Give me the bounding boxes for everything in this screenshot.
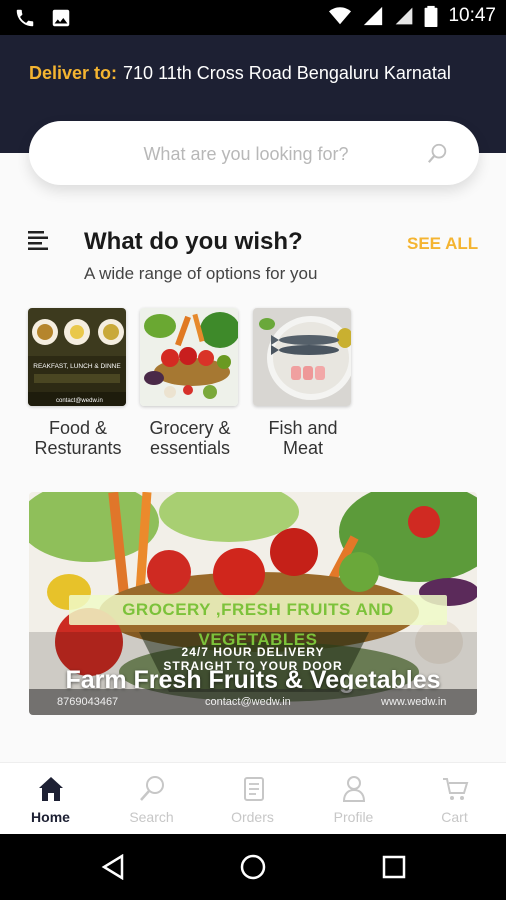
clock: 10:47 <box>448 5 496 26</box>
section-title: What do you wish? <box>84 228 303 255</box>
nav-home[interactable]: Home <box>0 763 101 835</box>
recents-icon[interactable] <box>382 855 406 879</box>
nav-cart[interactable]: Cart <box>404 763 505 835</box>
category-label: Food & Resturants <box>34 418 122 458</box>
nav-profile[interactable]: Profile <box>303 763 404 835</box>
food-thumbnail: REAKFAST, LUNCH & DINNE contact@wedw.in <box>28 308 126 406</box>
banner-email: contact@wedw.in <box>205 696 291 708</box>
profile-icon <box>342 776 366 802</box>
bottom-navigation: Home Search Orders Profile Cart <box>0 762 506 835</box>
image-icon <box>52 9 70 27</box>
category-food[interactable]: REAKFAST, LUNCH & DINNE contact@wedw.in … <box>28 308 128 458</box>
category-label: Fish and Meat <box>268 418 338 458</box>
search-bar <box>29 121 479 187</box>
category-fish-meat[interactable]: Fish and Meat <box>253 308 353 458</box>
phone-icon <box>16 9 34 27</box>
address-text: 710 11th Cross Road Bengaluru Karnatal <box>123 63 451 83</box>
menu-icon[interactable] <box>28 230 50 250</box>
nav-label: Orders <box>231 809 274 825</box>
wifi-icon <box>329 7 352 25</box>
deliver-label: Deliver to: <box>29 63 118 83</box>
promo-banner[interactable]: GROCERY ,FRESH FRUITS AND VEGETABLES 24/… <box>29 492 477 715</box>
home-icon <box>39 777 63 801</box>
nav-orders[interactable]: Orders <box>202 763 303 835</box>
category-label: Grocery & essentials <box>149 418 231 458</box>
banner-web: www.wedw.in <box>381 696 447 708</box>
signal-icon <box>364 6 383 26</box>
banner-headline: GROCERY ,FRESH FRUITS AND VEGETABLES <box>69 595 447 649</box>
nav-label: Profile <box>333 809 374 825</box>
fish-thumbnail <box>253 308 351 406</box>
banner-line-1: 24/7 HOUR DELIVERY <box>181 645 325 659</box>
delivery-address[interactable]: Deliver to: 710 11th Cross Road Bengaluru… <box>29 63 451 84</box>
cart-icon <box>443 778 469 800</box>
see-all-link[interactable]: SEE ALL <box>407 234 478 254</box>
battery-icon <box>425 5 438 27</box>
search-input[interactable] <box>59 121 433 187</box>
banner-contact-bar: 8769043467 contact@wedw.in www.wedw.in <box>29 689 477 715</box>
nav-label: Search <box>129 809 174 825</box>
back-icon[interactable] <box>100 854 126 880</box>
food-thumb-text: REAKFAST, LUNCH & DINNE <box>33 363 121 370</box>
home-circle-icon[interactable] <box>240 854 266 880</box>
system-navigation-bar <box>0 834 506 900</box>
nav-label: Cart <box>441 809 468 825</box>
orders-icon <box>244 777 264 801</box>
search-icon <box>140 776 164 801</box>
category-grocery[interactable]: Grocery & essentials <box>140 308 240 458</box>
section-subtitle: A wide range of options for you <box>84 264 318 283</box>
search-icon[interactable] <box>427 142 449 164</box>
nav-label: Home <box>31 809 70 825</box>
signal-icon-2 <box>396 7 413 25</box>
grocery-thumbnail <box>140 308 238 406</box>
nav-search[interactable]: Search <box>101 763 202 835</box>
status-bar: 10:47 <box>0 0 506 35</box>
food-thumb-email: contact@wedw.in <box>56 398 103 404</box>
banner-phone: 8769043467 <box>57 696 119 708</box>
